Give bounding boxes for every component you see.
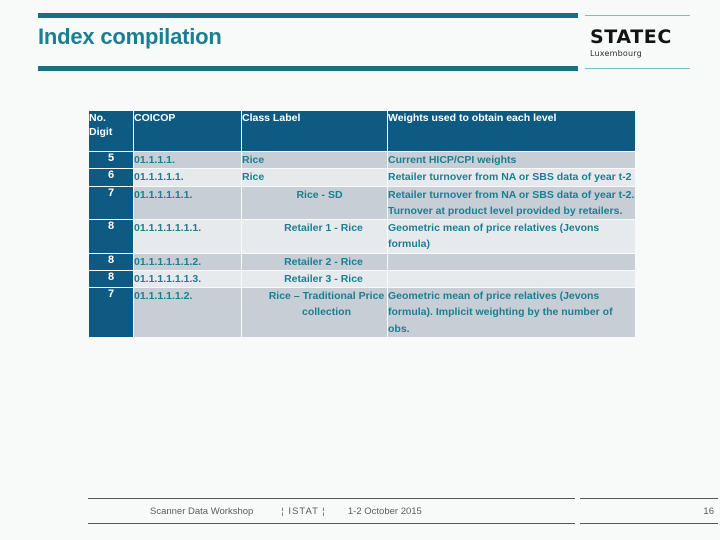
table-row: 5 01.1.1.1. Rice Current HICP/CPI weights [89, 152, 635, 169]
cell-weights [388, 270, 635, 288]
cell-weights: Retailer turnover from NA or SBS data of… [388, 186, 635, 220]
footer-separator: ¦ ISTAT ¦ [281, 505, 326, 517]
cell-coicop: 01.1.1.1.1. [134, 169, 241, 186]
column-header-digit-line2: Digit [89, 126, 113, 139]
cell-weights: Retailer turnover from NA or SBS data of… [388, 169, 635, 186]
header-rule-bottom [38, 66, 578, 71]
statec-logo: STATEC Luxembourg [590, 28, 690, 58]
cell-digit: 8 [89, 220, 133, 253]
cell-coicop: 01.1.1.1.1.1. [134, 186, 241, 220]
table-row: 7 01.1.1.1.1.1. Rice - SD Retailer turnover… [89, 186, 635, 220]
table-row: 6 01.1.1.1.1. Rice Retailer turnover from N… [89, 169, 635, 186]
column-header-weights: Weights used to obtain each level [388, 111, 635, 151]
cell-digit: 7 [89, 288, 133, 337]
cell-coicop: 01.1.1.1.1.1.2. [134, 253, 241, 270]
cell-weights: Geometric mean of price relatives (Jevon… [388, 288, 635, 337]
table-row: 8 01.1.1.1.1.1.2. Retailer 2 - Rice [89, 253, 635, 270]
table-header: No. Digit COICOP Class Label Weights use… [89, 111, 635, 151]
table-row: 8 01.1.1.1.1.1.1. Retailer 1 - Rice Geometr… [89, 220, 635, 253]
table-body: 5 01.1.1.1. Rice Current HICP/CPI weights 6 0… [89, 152, 635, 337]
cell-weights [388, 253, 635, 270]
cell-digit: 6 [89, 169, 133, 186]
slide-footer: Scanner Data Workshop ¦ ISTAT ¦ 1-2 Octo… [88, 498, 575, 524]
footer-date: 1-2 October 2015 [347, 505, 422, 517]
cell-digit: 5 [89, 152, 133, 169]
header-rule-top-right [585, 15, 690, 16]
slide-header: Index compilation STATEC Luxembourg [0, 0, 720, 100]
cell-class-label: Retailer 2 - Rice [242, 253, 387, 270]
column-header-class-label: Class Label [242, 111, 387, 151]
column-header-coicop: COICOP [134, 111, 241, 151]
page-number: 16 [703, 505, 714, 517]
cell-coicop: 01.1.1.1.1.1.3. [134, 270, 241, 288]
cell-coicop: 01.1.1.1.1.2. [134, 288, 241, 337]
cell-class-label: Rice - SD [242, 186, 387, 220]
cell-class-label: Retailer 3 - Rice [242, 270, 387, 288]
header-rule-bottom-right [585, 68, 690, 69]
logo-wordmark: STATEC [590, 26, 672, 48]
cell-class-label: Rice [242, 169, 387, 186]
page-title: Index compilation [38, 24, 222, 49]
cell-coicop: 01.1.1.1. [134, 152, 241, 169]
cell-digit: 8 [89, 270, 133, 288]
cell-weights: Current HICP/CPI weights [388, 152, 635, 169]
footer-content: Scanner Data Workshop ¦ ISTAT ¦ 1-2 Octo… [88, 499, 575, 523]
table-row: 8 01.1.1.1.1.1.3. Retailer 3 - Rice [89, 270, 635, 288]
footer-event-name: Scanner Data Workshop [150, 505, 254, 517]
column-header-digit-line1: No. [89, 112, 106, 124]
table-row: 7 01.1.1.1.1.2. Rice – Traditional Price c… [89, 288, 635, 337]
page-number-box: 16 [580, 498, 718, 524]
logo-subtitle: Luxembourg [590, 49, 642, 58]
cell-class-label: Rice [242, 152, 387, 169]
cell-class-label: Retailer 1 - Rice [242, 220, 387, 253]
cell-digit: 8 [89, 253, 133, 270]
index-compilation-table: No. Digit COICOP Class Label Weights use… [88, 110, 636, 338]
cell-weights: Geometric mean of price relatives (Jevon… [388, 220, 635, 253]
header-rule-top [38, 13, 578, 18]
cell-class-label: Rice – Traditional Price collection [242, 288, 387, 337]
cell-coicop: 01.1.1.1.1.1.1. [134, 220, 241, 253]
table-header-row: No. Digit COICOP Class Label Weights use… [89, 111, 635, 151]
column-header-digit: No. Digit [89, 111, 133, 151]
cell-digit: 7 [89, 186, 133, 220]
